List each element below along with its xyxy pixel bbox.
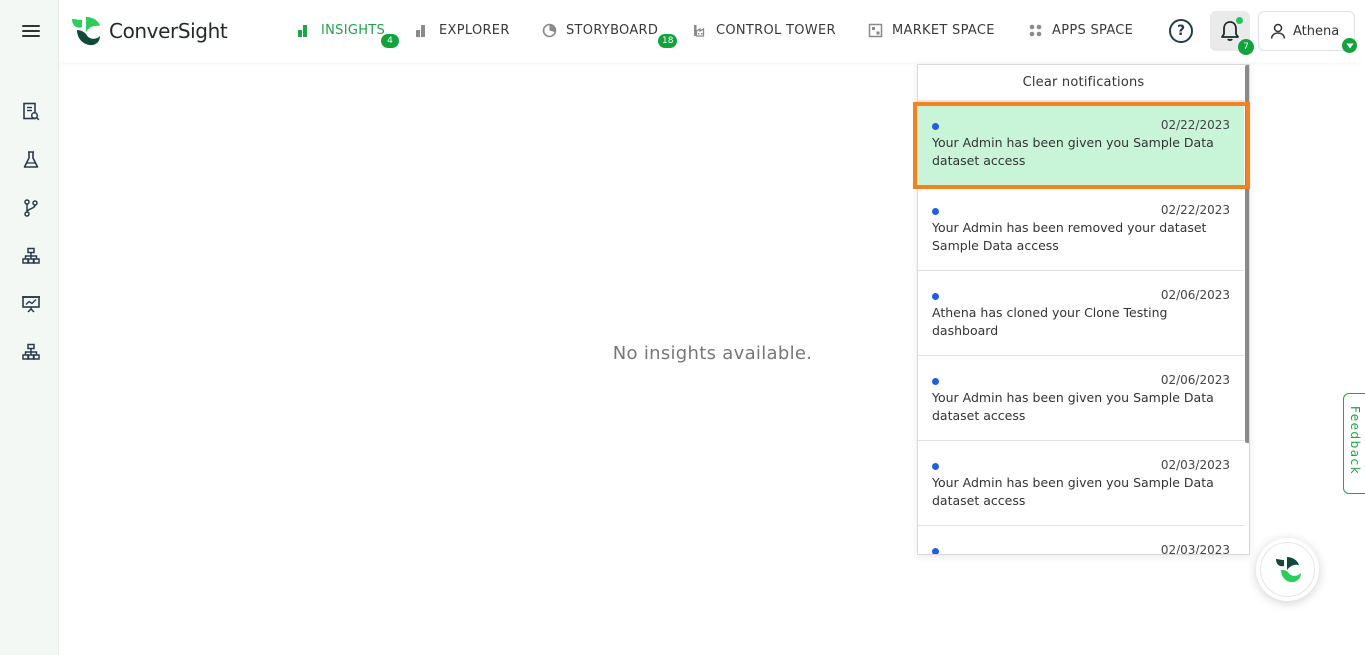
- feedback-tab[interactable]: Feedback: [1343, 393, 1365, 494]
- notification-text: Your Admin has been given you Sample Dat…: [932, 475, 1214, 508]
- nav-insights[interactable]: INSIGHTS: [297, 21, 385, 39]
- nav-label: APPS SPACE: [1052, 22, 1134, 38]
- app-name: ConverSight: [109, 19, 228, 43]
- unread-dot: [932, 548, 939, 554]
- help-button[interactable]: ?: [1169, 19, 1193, 43]
- menu-icon[interactable]: [22, 22, 40, 40]
- app-logo[interactable]: ConverSight: [69, 14, 228, 48]
- nav-storyboard[interactable]: STORYBOARD: [542, 21, 658, 39]
- conversight-logo-icon: [1275, 556, 1301, 582]
- user-name: Athena: [1293, 23, 1340, 39]
- hierarchy-icon[interactable]: [20, 245, 42, 267]
- online-dot: [1236, 17, 1243, 24]
- notification-item[interactable]: 02/06/2023 Athena has cloned your Clone …: [918, 271, 1244, 356]
- chevron-down-icon[interactable]: [1342, 38, 1357, 53]
- notification-item[interactable]: 02/22/2023 Your Admin has been removed y…: [918, 186, 1244, 271]
- nav-label: EXPLORER: [439, 22, 510, 38]
- help-icon: ?: [1176, 23, 1186, 39]
- notification-text: Your Admin has been removed your dataset…: [932, 220, 1207, 253]
- nav-label: CONTROL TOWER: [716, 22, 836, 38]
- nav-label: STORYBOARD: [566, 22, 659, 38]
- notification-date: 02/03/2023: [1160, 543, 1230, 555]
- market-icon: [868, 23, 883, 38]
- notifications-panel: Clear notifications 02/22/2023 Your Admi…: [917, 64, 1250, 555]
- branch-icon[interactable]: [20, 197, 42, 219]
- notification-date: 02/22/2023: [1160, 118, 1230, 132]
- nav-apps-space[interactable]: APPS SPACE: [1028, 21, 1133, 39]
- presentation-chart-icon[interactable]: [20, 293, 42, 315]
- notification-text: Your Admin has been given you Sample Dat…: [932, 390, 1214, 423]
- notification-date: 02/06/2023: [1160, 288, 1230, 302]
- nav-explorer[interactable]: EXPLORER: [415, 21, 510, 39]
- nav-control-tower[interactable]: CONTROL TOWER: [692, 21, 836, 39]
- notifications-count-badge: 7: [1238, 39, 1254, 55]
- bar-chart-icon: [415, 23, 430, 38]
- conversight-logo-icon: [72, 17, 100, 46]
- notification-date: 02/22/2023: [1160, 203, 1230, 217]
- user-icon: [1270, 23, 1286, 39]
- notification-item[interactable]: 02/03/2023: [918, 526, 1244, 555]
- notification-date: 02/03/2023: [1160, 458, 1230, 472]
- unread-dot: [932, 463, 939, 470]
- nav-label: INSIGHTS: [321, 22, 386, 38]
- factory-icon: [692, 23, 707, 38]
- unread-dot: [932, 378, 939, 385]
- notification-text: Your Admin has been given you Sample Dat…: [932, 135, 1214, 168]
- bar-chart-icon: [297, 23, 312, 38]
- insights-count-badge: 4: [381, 34, 399, 48]
- scrollbar[interactable]: [1245, 65, 1249, 443]
- clear-notifications-button[interactable]: Clear notifications: [918, 65, 1249, 101]
- grid-icon: [1028, 23, 1043, 38]
- empty-state-message: No insights available.: [612, 343, 813, 364]
- sidebar: [0, 0, 59, 655]
- pie-chart-icon: [542, 23, 557, 38]
- nav-market-space[interactable]: MARKET SPACE: [868, 21, 995, 39]
- nav-label: MARKET SPACE: [892, 22, 995, 38]
- assistant-chat-button[interactable]: [1256, 538, 1319, 601]
- top-header: ConverSight INSIGHTS 4 EXPLORER STORYBOA…: [59, 0, 1365, 62]
- user-menu-button[interactable]: Athena: [1258, 11, 1355, 51]
- notification-item[interactable]: 02/22/2023 Your Admin has been given you…: [918, 101, 1244, 186]
- feedback-label: Feedback: [1348, 406, 1362, 476]
- hierarchy-icon[interactable]: [20, 341, 42, 363]
- flask-icon[interactable]: [20, 149, 42, 171]
- notifications-list: 02/22/2023 Your Admin has been given you…: [918, 101, 1244, 555]
- report-search-icon[interactable]: [20, 101, 42, 123]
- unread-dot: [932, 208, 939, 215]
- notification-text: Athena has cloned your Clone Testing das…: [932, 305, 1168, 338]
- unread-dot: [932, 293, 939, 300]
- unread-dot: [932, 123, 939, 130]
- notification-item[interactable]: 02/06/2023 Your Admin has been given you…: [918, 356, 1244, 441]
- notification-date: 02/06/2023: [1160, 373, 1230, 387]
- chat-bubble-inner: [1260, 542, 1315, 597]
- notification-item[interactable]: 02/03/2023 Your Admin has been given you…: [918, 441, 1244, 526]
- storyboard-count-badge: 18: [658, 34, 678, 48]
